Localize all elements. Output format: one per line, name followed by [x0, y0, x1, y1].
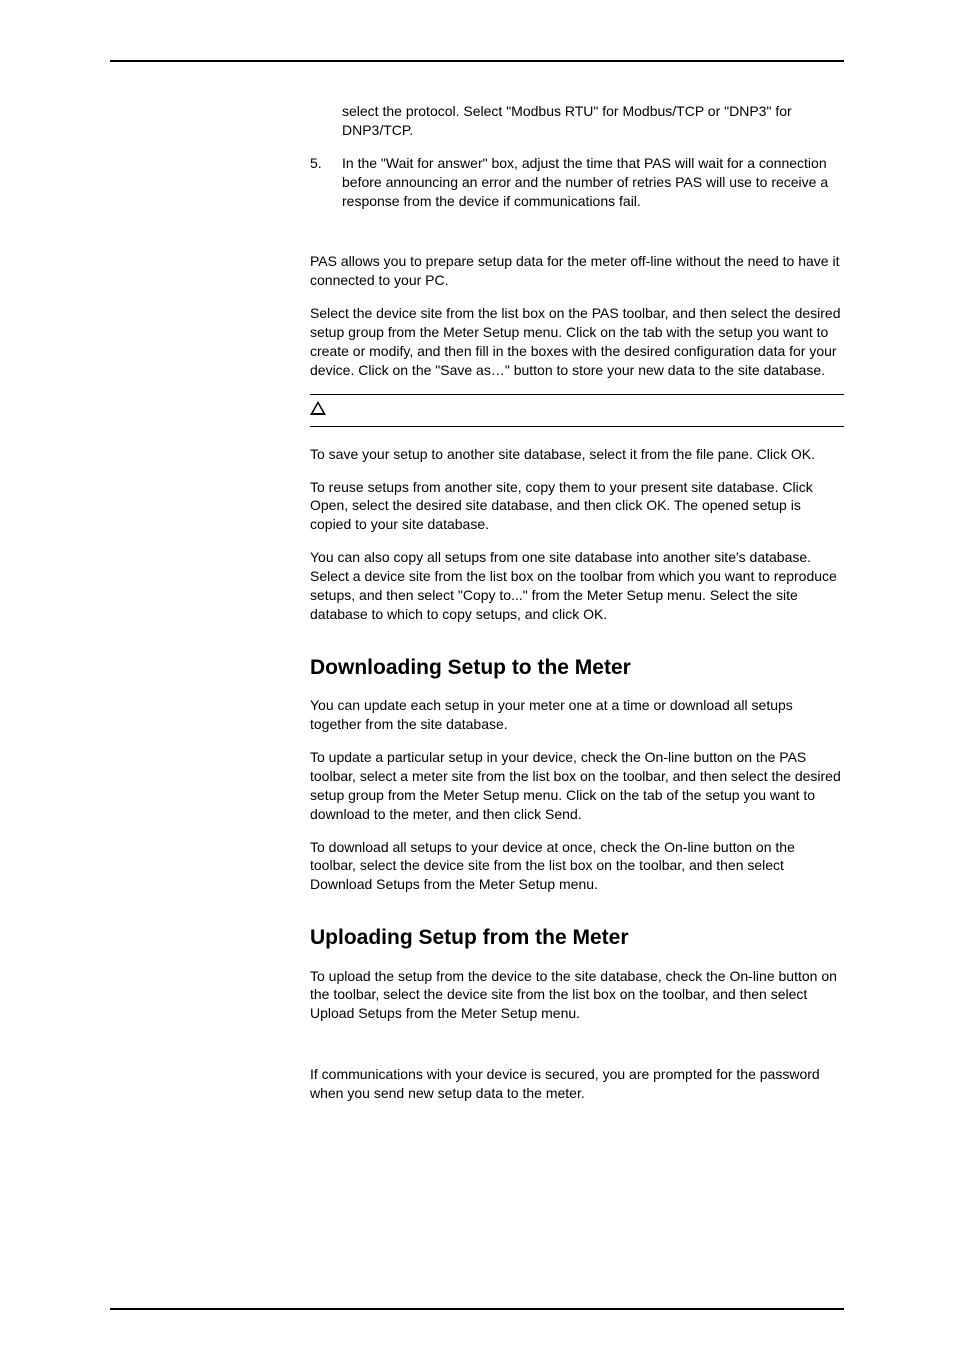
- top-rule: [110, 60, 844, 62]
- paragraph: PAS allows you to prepare setup data for…: [310, 252, 844, 290]
- list-item-5: 5. In the "Wait for answer" box, adjust …: [310, 154, 844, 211]
- paragraph: To download all setups to your device at…: [310, 838, 844, 895]
- paragraph: To save your setup to another site datab…: [310, 445, 844, 464]
- footer: [110, 1308, 844, 1310]
- paragraph: You can update each setup in your meter …: [310, 696, 844, 734]
- body-content: select the protocol. Select "Modbus RTU"…: [310, 102, 844, 1103]
- paragraph: To update a particular setup in your dev…: [310, 748, 844, 824]
- heading-uploading: Uploading Setup from the Meter: [310, 924, 844, 952]
- list-text-5: In the "Wait for answer" box, adjust the…: [342, 154, 844, 211]
- warning-triangle-icon: [310, 401, 326, 415]
- paragraph: If communications with your device is se…: [310, 1065, 844, 1103]
- list-text: select the protocol. Select "Modbus RTU"…: [342, 102, 844, 140]
- paragraph: Select the device site from the list box…: [310, 304, 844, 380]
- heading-downloading: Downloading Setup to the Meter: [310, 654, 844, 682]
- list-num-empty: [310, 102, 342, 140]
- list-num-5: 5.: [310, 154, 342, 211]
- footer-rule: [110, 1308, 844, 1310]
- page: select the protocol. Select "Modbus RTU"…: [0, 0, 954, 1350]
- list-item-continuation: select the protocol. Select "Modbus RTU"…: [310, 102, 844, 140]
- paragraph: To reuse setups from another site, copy …: [310, 478, 844, 535]
- paragraph: You can also copy all setups from one si…: [310, 548, 844, 624]
- paragraph: To upload the setup from the device to t…: [310, 967, 844, 1024]
- note-divider: [310, 394, 844, 427]
